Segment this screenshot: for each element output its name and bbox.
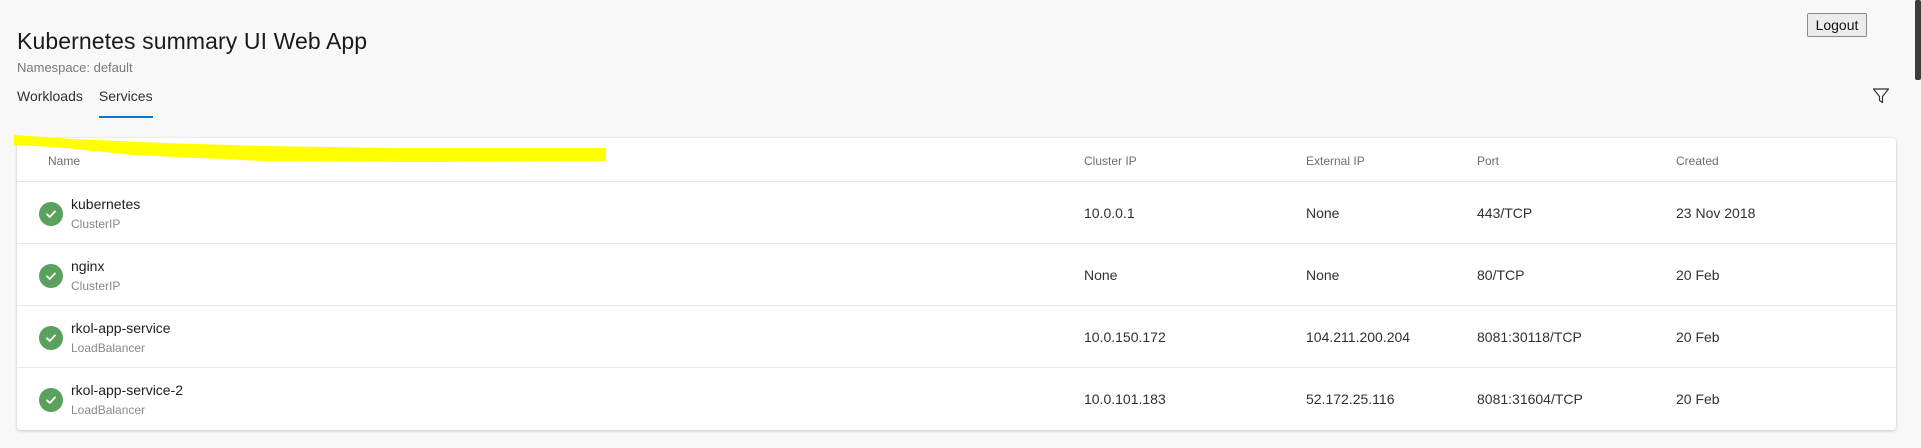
service-type: ClusterIP: [71, 217, 121, 231]
table-row[interactable]: rkol-app-service-2 LoadBalancer 10.0.101…: [17, 368, 1896, 430]
tab-workloads[interactable]: Workloads: [17, 86, 83, 118]
service-name[interactable]: kubernetes: [71, 196, 140, 212]
table-row[interactable]: kubernetes ClusterIP 10.0.0.1 None 443/T…: [17, 182, 1896, 244]
port: 80/TCP: [1477, 267, 1525, 283]
logout-button[interactable]: Logout: [1807, 13, 1867, 37]
filter-icon[interactable]: [1872, 87, 1890, 105]
check-icon: [39, 202, 63, 226]
created-date: 20 Feb: [1676, 267, 1720, 283]
table-row[interactable]: nginx ClusterIP None None 80/TCP 20 Feb: [17, 244, 1896, 306]
port: 443/TCP: [1477, 205, 1533, 221]
service-type: LoadBalancer: [71, 341, 146, 355]
cluster-ip: 10.0.0.1: [1084, 205, 1135, 221]
service-name[interactable]: nginx: [71, 258, 104, 274]
external-ip: 104.211.200.204: [1306, 329, 1411, 345]
port: 8081:31604/TCP: [1477, 391, 1583, 407]
services-table: Name Cluster IP External IP Port Created…: [17, 138, 1896, 430]
check-icon: [39, 388, 63, 412]
service-name[interactable]: rkol-app-service-2: [71, 382, 183, 398]
created-date: 20 Feb: [1676, 329, 1720, 345]
table-row[interactable]: rkol-app-service LoadBalancer 10.0.150.1…: [17, 306, 1896, 368]
app-header: Kubernetes summary UI Web App Namespace:…: [17, 28, 367, 75]
column-header-cluster-ip[interactable]: Cluster IP: [1084, 154, 1137, 168]
cluster-ip: None: [1084, 267, 1118, 283]
check-icon: [39, 326, 63, 350]
tab-services[interactable]: Services: [98, 86, 153, 118]
external-ip: None: [1306, 205, 1340, 221]
app-page: Kubernetes summary UI Web App Namespace:…: [0, 0, 1921, 448]
external-ip: None: [1306, 267, 1340, 283]
created-date: 20 Feb: [1676, 391, 1720, 407]
table-header: Name Cluster IP External IP Port Created: [17, 138, 1896, 182]
cluster-ip: 10.0.101.183: [1084, 391, 1166, 407]
service-type: ClusterIP: [71, 279, 121, 293]
tab-bar: Workloads Services: [17, 86, 169, 118]
namespace-label: Namespace: default: [17, 60, 133, 75]
column-header-created[interactable]: Created: [1676, 154, 1719, 168]
service-type: LoadBalancer: [71, 403, 146, 417]
created-date: 23 Nov 2018: [1676, 205, 1756, 221]
external-ip: 52.172.25.116: [1306, 391, 1395, 407]
column-header-external-ip[interactable]: External IP: [1306, 154, 1365, 168]
service-name[interactable]: rkol-app-service: [71, 320, 171, 336]
check-icon: [39, 264, 63, 288]
page-title: Kubernetes summary UI Web App: [17, 28, 368, 54]
window-scrollbar[interactable]: [1915, 0, 1921, 80]
column-header-port[interactable]: Port: [1477, 154, 1499, 168]
port: 8081:30118/TCP: [1477, 329, 1582, 345]
column-header-name[interactable]: Name: [48, 154, 80, 168]
cluster-ip: 10.0.150.172: [1084, 329, 1166, 345]
